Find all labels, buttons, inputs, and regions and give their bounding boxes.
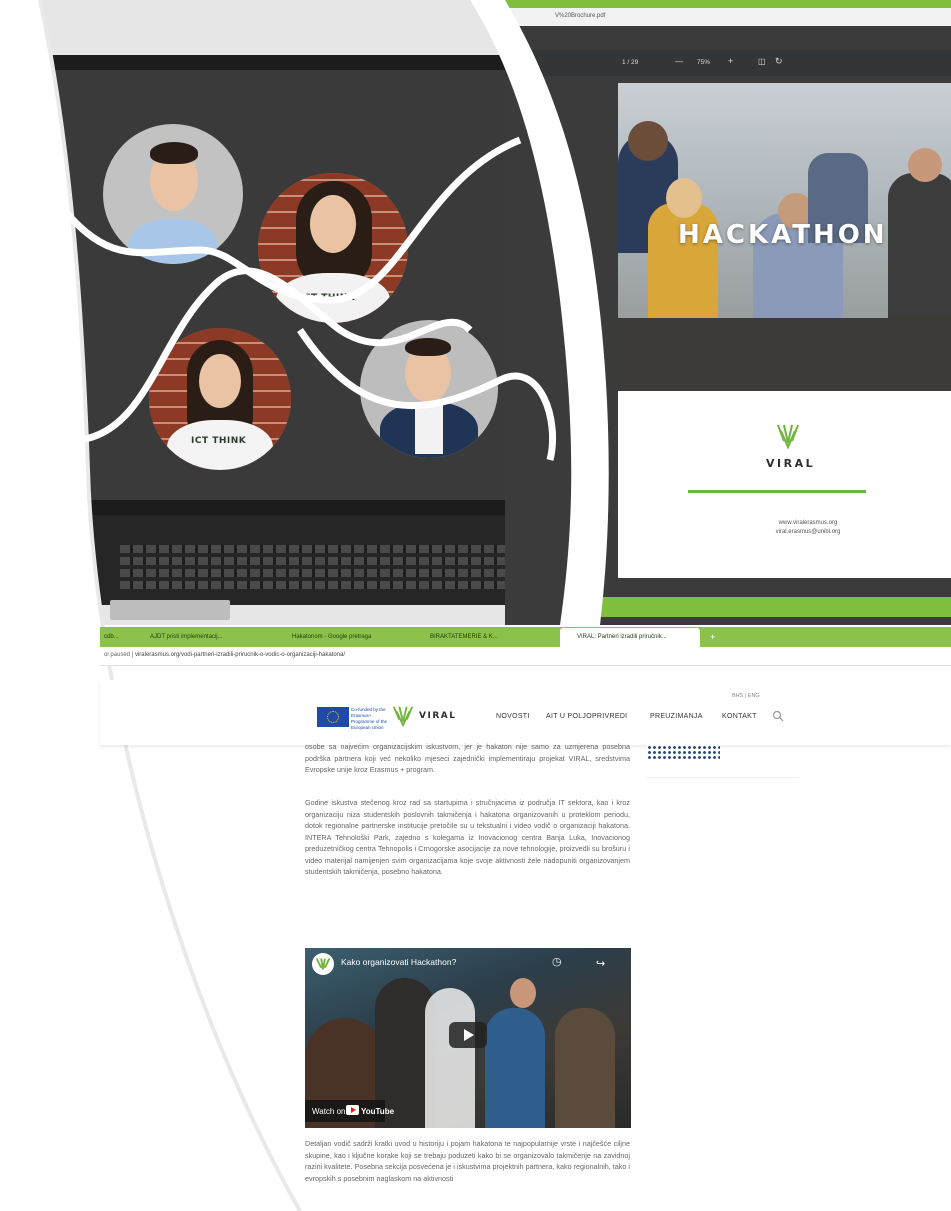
browser-tab[interactable]: AJDT pristi implementacij... <box>150 631 270 643</box>
search-icon[interactable] <box>772 710 784 722</box>
eu-funding-text: Co-funded by the Erasmus+ Programme of t… <box>351 707 388 730</box>
video-title[interactable]: Kako organizovati Hackathon? <box>341 957 456 967</box>
eu-flag-logo <box>317 707 349 727</box>
watch-later-icon[interactable]: ◷ <box>552 955 562 968</box>
browser-tab[interactable]: BIRAKTATEMERIE & K... <box>430 631 550 643</box>
viral-logo-icon <box>315 958 331 970</box>
channel-avatar[interactable] <box>312 953 334 975</box>
play-icon <box>464 1029 474 1041</box>
nav-ait-poljoprivredi[interactable]: AIT U POLJOPRIVREDI <box>546 713 627 720</box>
nav-preuzimanja[interactable]: PREUZIMANJA <box>650 713 703 720</box>
sidebar-divider <box>647 777 799 778</box>
url-text: ol paused | viralerasmus.org/vodi-partne… <box>104 652 346 658</box>
youtube-label: YouTube <box>361 1107 395 1116</box>
site-logo-text[interactable]: VIRAL <box>419 711 456 721</box>
youtube-icon <box>346 1105 359 1115</box>
article-paragraph: Detaljan vodič sadrži kratki uvod u hist… <box>305 1139 630 1183</box>
nav-kontakt[interactable]: KONTAKT <box>722 713 757 720</box>
nav-novosti[interactable]: NOVOSTI <box>496 713 530 720</box>
browser-tab[interactable]: Hakatonom - Google pretraga <box>292 631 402 643</box>
new-tab-button[interactable]: + <box>710 631 720 643</box>
article-paragraph: Godine iskustva stečenog kroz rad sa sta… <box>305 798 630 876</box>
article-paragraph: osobe sa najvećim organizacijskim iskust… <box>305 742 630 774</box>
viral-logo-icon[interactable] <box>392 705 414 727</box>
share-icon[interactable]: ↪ <box>596 957 605 970</box>
browser-tab[interactable]: cdb... <box>104 631 144 643</box>
language-switcher[interactable]: BHS | ENG <box>732 693 760 699</box>
sidebar-image[interactable] <box>647 745 720 761</box>
browser-tab[interactable]: VIRAL: Partneri izradili priručnik... <box>577 631 689 643</box>
watch-on-label: Watch on <box>312 1107 346 1116</box>
